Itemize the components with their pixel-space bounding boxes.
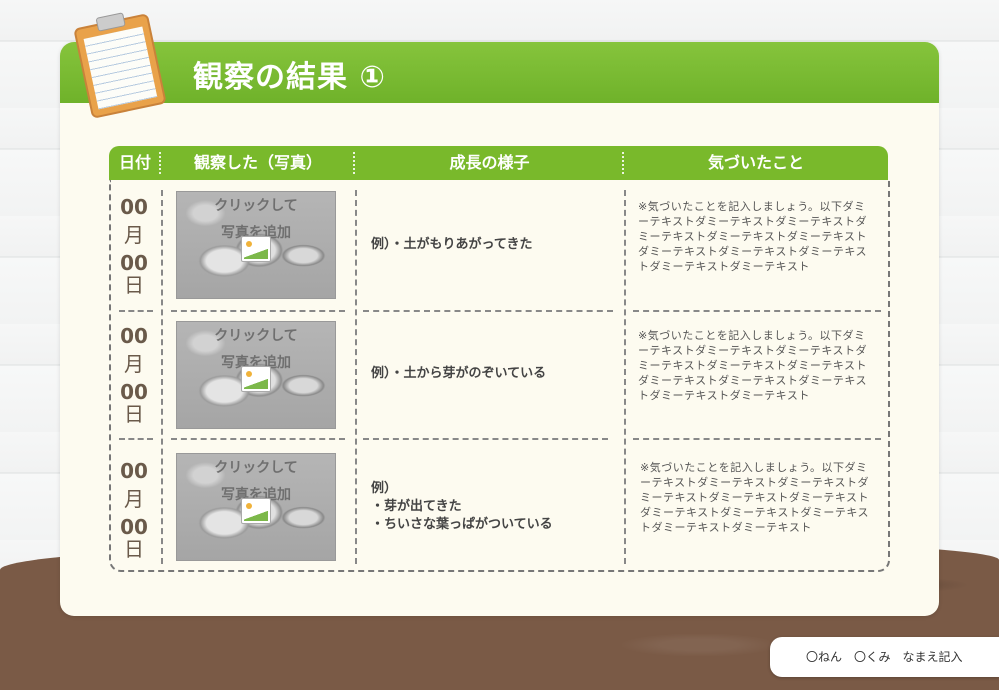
notes-cell[interactable]: ※気づいたことを記入しましょう。以下ダミーテキストダミーテキストダミーテキストダ… [640,460,872,535]
notes-cell[interactable]: ※気づいたことを記入しましょう。以下ダミーテキストダミーテキストダミーテキストダ… [638,328,870,403]
table-header: 日付 観察した（写真） 成長の様子 気づいたこと [109,146,888,180]
row-divider [633,438,881,440]
card-header: 観察の結果 ① [60,42,939,103]
growth-cell[interactable]: 例）・土がもりあがってきた [371,236,532,254]
photo-placeholder[interactable]: クリックして 写真を追加 [176,191,336,299]
growth-text: 例）・土から芽がのぞいている [371,366,547,381]
column-divider [161,190,163,564]
date-cell[interactable]: 00 月 00 日 [109,193,159,299]
month-unit: 月 [124,487,144,511]
row-divider [171,438,345,440]
name-tag: 〇ねん 〇くみ なまえ記入 [770,637,999,677]
name-field[interactable]: なまえ記入 [903,650,963,664]
header-date: 日付 [109,146,161,180]
header-photo: 観察した（写真） [161,146,355,180]
day-unit: 日 [124,537,144,561]
month-number: 00 [120,459,148,483]
month-number: 00 [120,195,148,219]
date-cell[interactable]: 00 月 00 日 [109,457,159,563]
growth-cell[interactable]: 例）・土から芽がのぞいている [371,365,546,383]
row-divider [363,310,613,312]
date-cell[interactable]: 00 月 00 日 [109,322,159,428]
row-divider [119,310,153,312]
page-title: 観察の結果 ① [193,60,386,95]
header-growth: 成長の様子 [355,146,624,180]
photo-placeholder[interactable]: クリックして 写真を追加 [176,453,336,561]
row-divider [171,310,345,312]
row-divider [363,438,608,440]
column-divider [355,190,357,564]
column-divider [624,190,626,564]
photo-caption-click: クリックして [214,328,298,344]
day-unit: 日 [124,273,144,297]
image-icon [241,498,271,524]
growth-text: 例）・土がもりあがってきた [371,237,533,252]
notes-cell[interactable]: ※気づいたことを記入しましょう。以下ダミーテキストダミーテキストダミーテキストダ… [638,199,870,274]
month-unit: 月 [124,223,144,247]
row-divider [119,438,153,440]
month-unit: 月 [124,352,144,376]
growth-text: ・ちいさな葉っぱがついている [371,517,553,532]
year-field[interactable]: 〇ねん [806,650,842,664]
day-unit: 日 [124,402,144,426]
growth-cell[interactable]: 例） ・芽が出てきた ・ちいさな葉っぱがついている [371,480,553,534]
photo-caption-click: クリックして [214,198,298,214]
growth-text: 例） [371,481,398,496]
photo-placeholder[interactable]: クリックして 写真を追加 [176,321,336,429]
image-icon [241,366,271,392]
image-icon [241,236,271,262]
month-number: 00 [120,324,148,348]
row-divider [633,310,881,312]
photo-caption-click: クリックして [214,460,298,476]
header-notes: 気づいたこと [707,153,804,172]
growth-text: ・芽が出てきた [371,499,462,514]
class-field[interactable]: 〇くみ [854,650,890,664]
